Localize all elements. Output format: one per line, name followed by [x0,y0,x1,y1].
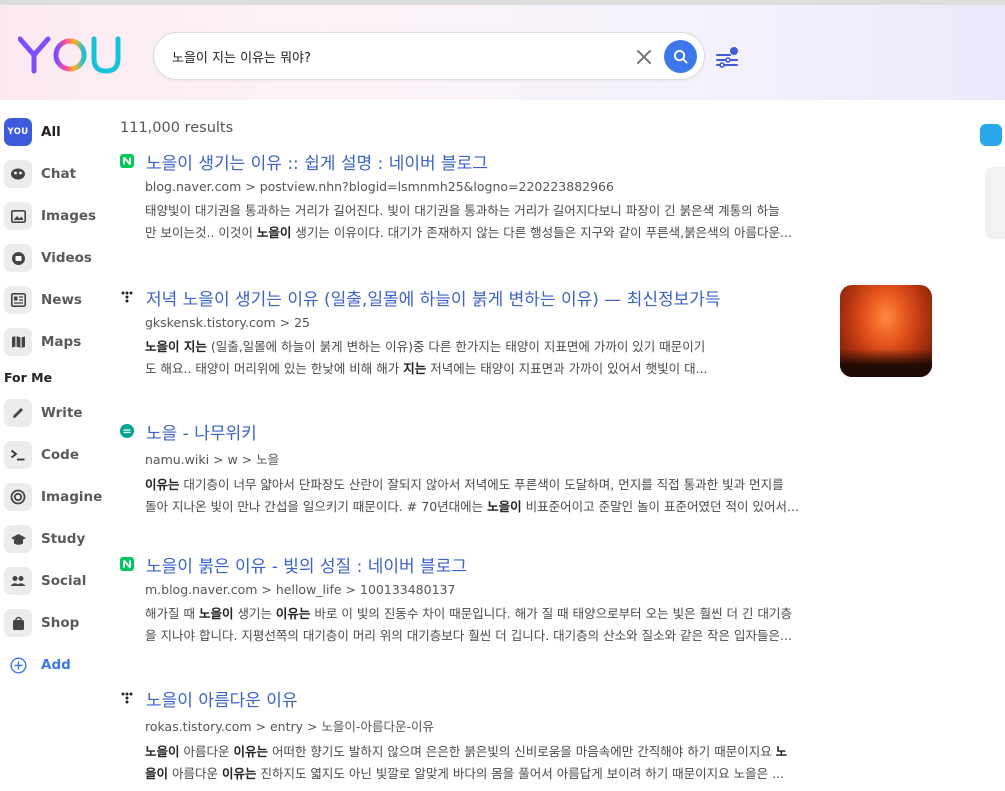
result-title[interactable]: 저녁 노을이 생기는 이유 (일출,일몰에 하늘이 붉게 변하는 이유) — 최… [146,285,721,310]
search-input[interactable] [172,43,612,69]
result-thumbnail-sunset[interactable] [840,285,932,377]
sidebar-item-label: Code [41,447,80,463]
sidebar-item-news[interactable]: News [4,284,108,316]
sidebar-add-label: Add [41,657,71,673]
sidebar-item-label: All [41,124,61,140]
result-title[interactable]: 노을 - 나무위키 [146,419,257,444]
sidebar-item-label: Imagine [41,489,103,505]
sidebar-item-label: Chat [41,166,77,182]
header-bar [0,0,1005,100]
sidebar-item-label: Social [41,573,87,589]
shopping-bag-icon [4,609,32,637]
video-icon [4,244,32,272]
people-icon [4,567,32,595]
search-result: 노을 - 나무위키 namu.wiki > w > 노을 이유는 대기층이 너무… [120,418,920,518]
results-count: 111,000 results [120,120,234,136]
naver-icon [120,154,134,168]
sidebar-item-videos[interactable]: Videos [4,242,108,274]
sidebar-item-imagine[interactable]: Imagine [4,481,108,513]
filter-sliders-icon[interactable] [716,46,742,68]
you-icon: YOU [4,118,32,146]
result-snippet: 이유는 대기층이 너무 얇아서 단파장도 산란이 잘되지 않아서 저녁에도 푸른… [145,477,799,514]
side-panel-app-icon[interactable] [980,124,1002,146]
image-icon [4,202,32,230]
search-result: 노을이 생기는 이유 :: 쉽게 설명 : 네이버 블로그 blog.naver… [120,148,920,244]
plus-circle-icon [4,651,32,679]
search-result: 저녁 노을이 생기는 이유 (일출,일몰에 하늘이 붉게 변하는 이유) — 최… [120,284,920,380]
sidebar-item-code[interactable]: Code [4,439,108,471]
result-snippet: 노을이 아름다운 이유는 어떠한 향기도 발하지 않으며 은은한 붉은빛의 신비… [145,744,788,781]
sidebar-item-social[interactable]: Social [4,565,108,597]
you-logo[interactable] [18,33,126,75]
sidebar-item-write[interactable]: Write [4,397,108,429]
sidebar-item-study[interactable]: Study [4,523,108,555]
search-result: 노을이 붉은 이유 - 빛의 성질 : 네이버 블로그 m.blog.naver… [120,551,920,647]
result-snippet: 해가질 때 노을이 생기는 이유는 바로 이 빛의 진동수 차이 때문입니다. … [145,606,792,643]
result-title[interactable]: 노을이 생기는 이유 :: 쉽게 설명 : 네이버 블로그 [146,149,488,174]
clear-search-button[interactable] [632,45,656,69]
graduation-cap-icon [4,525,32,553]
search-icon [673,49,688,64]
sidebar-item-label: Study [41,531,86,547]
sidebar-item-label: Write [41,405,83,421]
sidebar-item-images[interactable]: Images [4,200,108,232]
terminal-icon [4,441,32,469]
search-submit-button[interactable] [664,40,697,73]
spiral-icon [4,483,32,511]
section-label-for-me: For Me [4,370,53,385]
result-snippet: 태양빛이 대기권을 통과하는 거리가 길어진다. 빛이 대기권을 통과하는 거리… [145,203,792,240]
result-url: namu.wiki > w > 노을 [145,452,280,467]
tistory-icon [120,290,134,304]
tistory-icon [120,691,134,705]
chat-icon [4,160,32,188]
namuwiki-icon [120,424,134,438]
sidebar-item-maps[interactable]: Maps [4,326,108,358]
naver-icon [120,557,134,571]
result-url: m.blog.naver.com > hellow_life > 1001334… [145,582,456,597]
map-icon [4,328,32,356]
news-icon [4,286,32,314]
sidebar-item-label: Maps [41,334,82,350]
side-panel-card[interactable] [985,167,1005,239]
result-title[interactable]: 노을이 붉은 이유 - 빛의 성질 : 네이버 블로그 [146,552,467,577]
search-box [153,32,705,80]
sidebar-item-shop[interactable]: Shop [4,607,108,639]
result-snippet: 노을이 지는 (일출,일몰에 하늘이 붉게 변하는 이유)중 다른 한가지는 태… [145,339,708,376]
result-title[interactable]: 노을이 아름다운 이유 [146,686,298,711]
close-icon [637,50,651,64]
result-url: blog.naver.com > postview.nhn?blogid=lsm… [145,179,614,194]
search-result: 노을이 아름다운 이유 rokas.tistory.com > entry > … [120,685,920,785]
sidebar-item-label: Shop [41,615,80,631]
sidebar-add-button[interactable]: Add [4,649,108,681]
result-url: rokas.tistory.com > entry > 노을이-아름다운-이유 [145,719,434,734]
sidebar-item-label: News [41,292,82,308]
pencil-icon [4,399,32,427]
sidebar-item-all[interactable]: YOU All [4,116,108,148]
result-url: gkskensk.tistory.com > 25 [145,315,311,330]
sidebar-item-label: Images [41,208,97,224]
sidebar-item-chat[interactable]: Chat [4,158,108,190]
sidebar-item-label: Videos [41,250,92,266]
